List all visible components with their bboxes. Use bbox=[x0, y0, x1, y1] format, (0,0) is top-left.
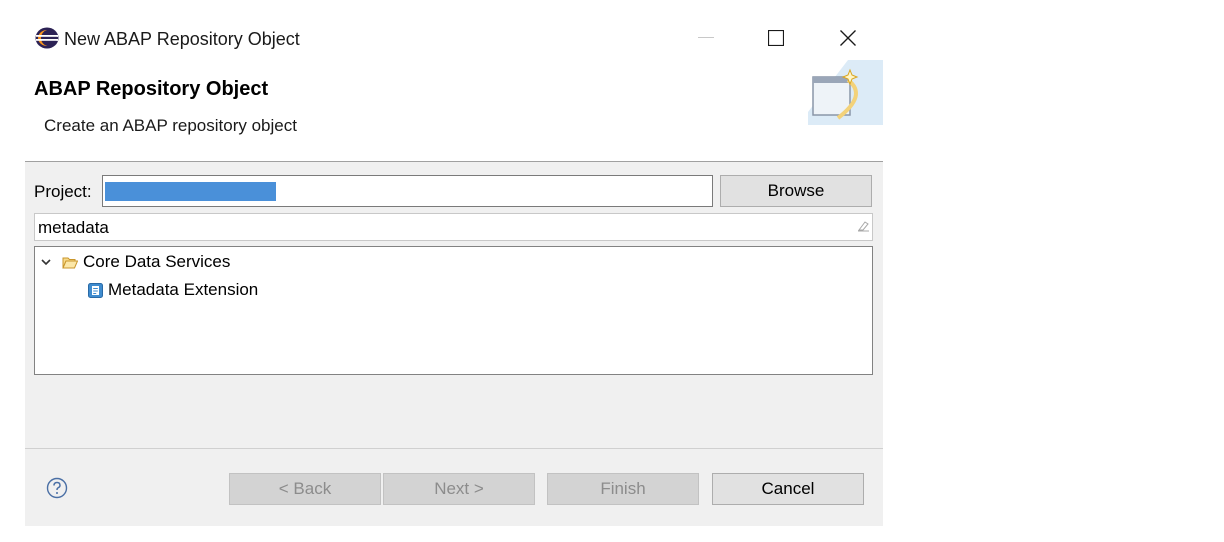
eclipse-icon bbox=[35, 27, 59, 49]
wizard-banner-icon bbox=[808, 60, 883, 125]
title-bar: New ABAP Repository Object bbox=[25, 0, 883, 78]
close-button[interactable] bbox=[825, 18, 871, 58]
maximize-icon bbox=[768, 30, 784, 46]
project-label: Project: bbox=[34, 182, 92, 201]
wizard-content: Project: Browse metadata Core Data Servi bbox=[25, 162, 883, 448]
tree-item-core-data-services[interactable]: Core Data Services bbox=[40, 250, 230, 274]
metadata-extension-icon bbox=[88, 282, 103, 298]
maximize-button[interactable] bbox=[753, 18, 799, 58]
project-value-selection bbox=[105, 182, 276, 201]
window-title: New ABAP Repository Object bbox=[64, 29, 300, 49]
chevron-down-icon[interactable] bbox=[40, 257, 52, 267]
filter-value: metadata bbox=[38, 218, 109, 237]
tree-item-label: Core Data Services bbox=[83, 252, 231, 271]
filter-input[interactable]: metadata bbox=[34, 213, 873, 241]
next-button[interactable]: Next > bbox=[383, 473, 535, 505]
clear-filter-icon[interactable] bbox=[856, 219, 870, 233]
object-type-tree[interactable]: Core Data Services Metadata Extension bbox=[34, 246, 873, 375]
wizard-page-description: Create an ABAP repository object bbox=[44, 116, 297, 135]
tree-item-label: Metadata Extension bbox=[108, 280, 259, 299]
minimize-icon bbox=[698, 37, 714, 38]
folder-open-icon bbox=[62, 257, 78, 268]
new-abap-repository-object-dialog: New ABAP Repository Object ABAP Reposito… bbox=[25, 0, 883, 526]
browse-button[interactable]: Browse bbox=[720, 175, 872, 207]
button-bar: < Back Next > Finish Cancel bbox=[25, 449, 883, 526]
wizard-page-title: ABAP Repository Object bbox=[34, 78, 269, 100]
finish-button[interactable]: Finish bbox=[547, 473, 699, 505]
close-icon bbox=[840, 30, 856, 46]
help-icon[interactable] bbox=[46, 477, 68, 499]
minimize-button[interactable] bbox=[683, 18, 729, 58]
cancel-button[interactable]: Cancel bbox=[712, 473, 864, 505]
back-button[interactable]: < Back bbox=[229, 473, 381, 505]
tree-item-metadata-extension[interactable]: Metadata Extension bbox=[88, 278, 258, 302]
project-field[interactable] bbox=[102, 175, 713, 207]
